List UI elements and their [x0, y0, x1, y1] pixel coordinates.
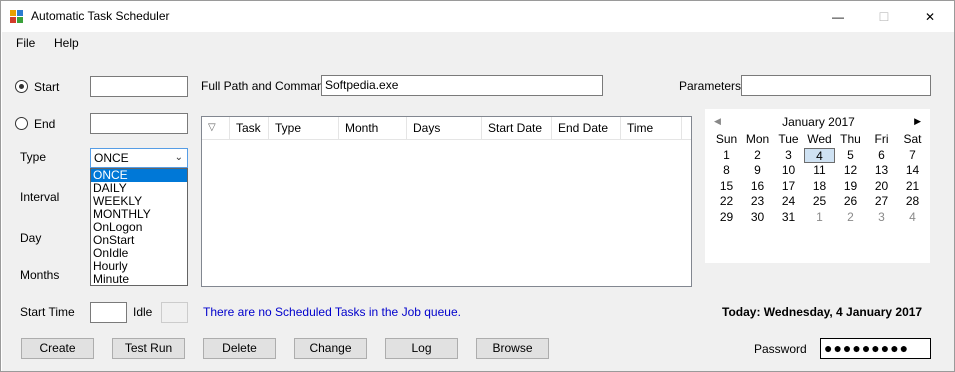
minimize-icon[interactable]: —	[815, 1, 861, 32]
calendar-day[interactable]: 27	[866, 194, 897, 210]
col-header-end-date[interactable]: End Date	[552, 117, 621, 140]
calendar-day[interactable]: 16	[742, 179, 773, 195]
calendar-day[interactable]: 15	[711, 179, 742, 195]
calendar-next-icon[interactable]: ▶	[914, 116, 921, 127]
calendar-day[interactable]: 25	[804, 194, 835, 210]
grid-header: ▽ Task Type Month Days Start Date End Da…	[202, 117, 691, 140]
app-window: Automatic Task Scheduler — ☐ ✕ File Help…	[0, 0, 955, 372]
calendar-day[interactable]: 18	[804, 179, 835, 195]
maximize-icon[interactable]: ☐	[861, 1, 907, 32]
months-label: Months	[20, 268, 60, 282]
menu-bar: File Help	[2, 32, 954, 54]
col-header-days[interactable]: Days	[407, 117, 482, 140]
log-button[interactable]: Log	[385, 338, 458, 359]
calendar-day[interactable]: 24	[773, 194, 804, 210]
col-header-month[interactable]: Month	[339, 117, 407, 140]
status-message: There are no Scheduled Tasks in the Job …	[203, 305, 461, 319]
calendar-day[interactable]: 8	[711, 163, 742, 179]
test-run-button[interactable]: Test Run	[112, 338, 185, 359]
calendar-day[interactable]: 1	[804, 210, 835, 226]
calendar-day[interactable]: 7	[897, 148, 928, 164]
calendar-day[interactable]: 17	[773, 179, 804, 195]
type-combobox-value: ONCE	[94, 151, 129, 165]
delete-button[interactable]: Delete	[203, 338, 276, 359]
calendar-day[interactable]: 26	[835, 194, 866, 210]
start-input[interactable]	[90, 76, 188, 97]
client-area: File Help Start Full Path and Command So…	[2, 32, 954, 371]
calendar-day[interactable]: 14	[897, 163, 928, 179]
start-radio[interactable]	[15, 80, 28, 93]
parameters-input[interactable]	[741, 75, 931, 96]
start-time-input[interactable]	[90, 302, 127, 323]
app-icon	[10, 10, 24, 23]
parameters-label: Parameters	[679, 79, 742, 93]
calendar-day-today[interactable]: 4	[804, 147, 835, 163]
idle-label: Idle	[133, 305, 153, 319]
col-header-time[interactable]: Time	[621, 117, 682, 140]
change-button[interactable]: Change	[294, 338, 367, 359]
browse-button[interactable]: Browse	[476, 338, 549, 359]
type-label: Type	[20, 150, 47, 164]
path-input[interactable]: Softpedia.exe	[321, 75, 603, 96]
calendar-day[interactable]: 11	[804, 163, 835, 179]
calendar-month-label[interactable]: January 2017	[706, 115, 931, 129]
calendar-day[interactable]: 12	[835, 163, 866, 179]
password-input[interactable]: ●●●●●●●●●	[820, 338, 931, 359]
today-label: Today: Wednesday, 4 January 2017	[722, 305, 923, 319]
end-radio[interactable]	[15, 117, 28, 130]
type-dropdown-list: ONCE DAILY WEEKLY MONTHLY OnLogon OnStart OnId…	[90, 168, 188, 286]
calendar-day[interactable]: 21	[897, 179, 928, 195]
month-calendar[interactable]: ◀ January 2017 ▶ Sun Mon Tue Wed Thu Fri Sat 1 2…	[705, 109, 930, 263]
menu-file[interactable]: File	[16, 36, 35, 50]
calendar-day[interactable]: 13	[866, 163, 897, 179]
start-label: Start	[34, 80, 60, 94]
calendar-day[interactable]: 6	[866, 148, 897, 164]
create-button[interactable]: Create	[21, 338, 94, 359]
window-title: Automatic Task Scheduler	[31, 9, 170, 23]
menu-help[interactable]: Help	[54, 36, 79, 50]
path-label: Full Path and Command	[201, 79, 331, 93]
day-label: Day	[20, 231, 42, 245]
interval-label: Interval	[20, 190, 60, 204]
password-label: Password	[754, 342, 807, 356]
calendar-day[interactable]: 30	[742, 210, 773, 226]
calendar-day[interactable]: 3	[773, 148, 804, 164]
calendar-day[interactable]: 4	[897, 210, 928, 226]
calendar-day[interactable]: 2	[835, 210, 866, 226]
chevron-down-icon[interactable]: ⌄	[175, 152, 183, 163]
calendar-day[interactable]: 29	[711, 210, 742, 226]
col-header-task[interactable]: Task	[230, 117, 269, 140]
calendar-day[interactable]: 22	[711, 194, 742, 210]
title-bar: Automatic Task Scheduler — ☐ ✕	[1, 1, 954, 32]
type-combobox[interactable]: ONCE ⌄	[90, 148, 188, 168]
end-label: End	[34, 117, 56, 131]
idle-input	[161, 302, 188, 323]
col-header-start-date[interactable]: Start Date	[482, 117, 552, 140]
calendar-day[interactable]: 1	[711, 148, 742, 164]
calendar-day[interactable]: 5	[835, 148, 866, 164]
calendar-day[interactable]: 19	[835, 179, 866, 195]
calendar-day[interactable]: 3	[866, 210, 897, 226]
calendar-days-grid: Sun Mon Tue Wed Thu Fri Sat 1 2 3 4 5 6 7 8 9 10 11 12 13 14…	[711, 132, 928, 225]
calendar-day[interactable]: 28	[897, 194, 928, 210]
sort-icon[interactable]: ▽	[202, 117, 230, 140]
close-icon[interactable]: ✕	[907, 1, 953, 32]
end-input[interactable]	[90, 113, 188, 134]
calendar-day[interactable]: 31	[773, 210, 804, 226]
calendar-day[interactable]: 2	[742, 148, 773, 164]
tasks-grid[interactable]: ▽ Task Type Month Days Start Date End Da…	[201, 116, 692, 287]
calendar-day[interactable]: 10	[773, 163, 804, 179]
calendar-day[interactable]: 23	[742, 194, 773, 210]
col-header-type[interactable]: Type	[269, 117, 339, 140]
start-time-label: Start Time	[20, 305, 75, 319]
calendar-day[interactable]: 9	[742, 163, 773, 179]
type-option[interactable]: Minute	[91, 273, 187, 286]
calendar-day[interactable]: 20	[866, 179, 897, 195]
